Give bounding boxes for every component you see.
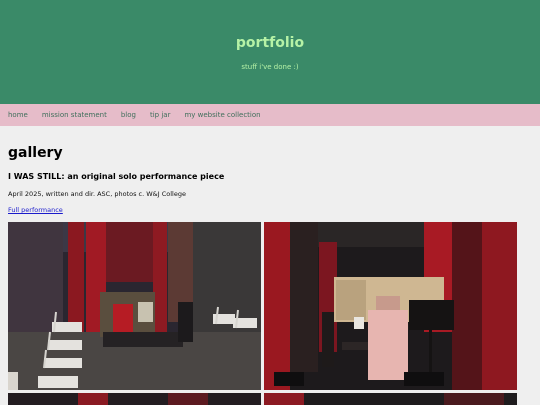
nav-item-mission-statement[interactable]: mission statement (42, 111, 107, 119)
section-meta: April 2025, written and dir. ASC, photos… (8, 190, 186, 198)
gallery-photo-stage-chairs[interactable] (8, 222, 261, 390)
gallery-photo-performer[interactable] (264, 222, 517, 390)
site-title: portfolio (235, 35, 305, 51)
nav-bar: home mission statement blog tip jar my w… (0, 104, 540, 126)
photo-gallery (8, 222, 518, 405)
gallery-photo-lower-left[interactable] (8, 393, 261, 405)
page-title: gallery (8, 145, 63, 161)
gallery-photo-lower-right[interactable] (264, 393, 517, 405)
nav-item-tip-jar[interactable]: tip jar (150, 111, 170, 119)
nav-item-home[interactable]: home (8, 111, 28, 119)
nav-item-blog[interactable]: blog (121, 111, 136, 119)
nav-item-website-collection[interactable]: my website collection (184, 111, 260, 119)
full-performance-link[interactable]: Full performance (8, 206, 63, 214)
site-header: portfolio stuff i've done :) (0, 0, 540, 104)
site-tagline: stuff i've done :) (241, 63, 299, 71)
section-title: I WAS STILL: an original solo performanc… (8, 172, 225, 181)
